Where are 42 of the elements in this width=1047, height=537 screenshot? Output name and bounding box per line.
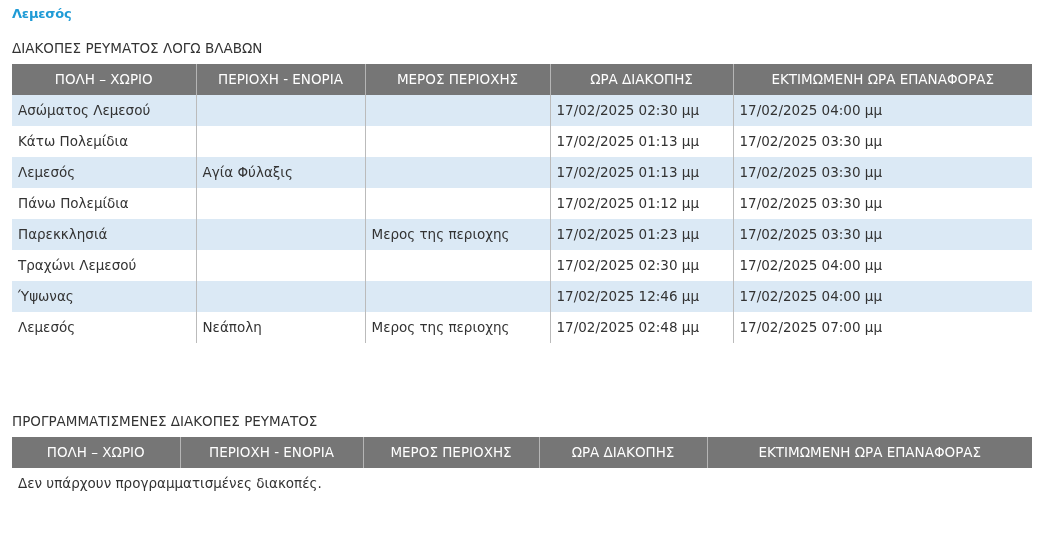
table-cell: 17/02/2025 01:23 μμ [556, 226, 699, 243]
table-cell: 17/02/2025 01:13 μμ [556, 164, 699, 181]
table-cell: 17/02/2025 01:12 μμ [556, 195, 699, 212]
column-header: ΠΟΛΗ – ΧΩΡΙΟ [12, 436, 180, 468]
table-cell: Μερος της περιοχης [371, 226, 510, 243]
table-cell: Ασώματος Λεμεσού [18, 102, 151, 119]
table-cell: 17/02/2025 04:00 μμ [739, 257, 882, 274]
table-cell: 17/02/2025 02:30 μμ [556, 257, 699, 274]
table-cell: 17/02/2025 02:48 μμ [556, 319, 699, 336]
column-header: ΠΟΛΗ – ΧΩΡΙΟ [12, 63, 196, 95]
table-cell: Πάνω Πολεμίδια [18, 195, 129, 212]
table-cell: 17/02/2025 01:13 μμ [556, 133, 699, 150]
column-header: ΜΕΡΟΣ ΠΕΡΙΟΧΗΣ [363, 436, 539, 468]
table-cell: Αγία Φύλαξις [202, 164, 293, 181]
table-cell: Ύψωνας [18, 288, 74, 305]
column-header: ΕΚΤΙΜΩΜΕΝΗ ΩΡΑ ΕΠΑΝΑΦΟΡΑΣ [707, 436, 1032, 468]
location-link[interactable]: Λεμεσός [12, 6, 72, 21]
table-cell: 17/02/2025 03:30 μμ [739, 164, 882, 181]
table-cell: 17/02/2025 07:00 μμ [739, 319, 882, 336]
table-cell: Τραχώνι Λεμεσού [18, 257, 137, 274]
table-cell: Μερος της περιοχης [371, 319, 510, 336]
table-cell: Παρεκκλησιά [18, 226, 108, 243]
section-title: ΔΙΑΚΟΠΕΣ ΡΕΥΜΑΤΟΣ ΛΟΓΩ ΒΛΑΒΩΝ [12, 39, 264, 56]
column-header: ΜΕΡΟΣ ΠΕΡΙΟΧΗΣ [365, 63, 550, 95]
table-cell: Λεμεσός [18, 164, 76, 181]
table-cell: 17/02/2025 02:30 μμ [556, 102, 699, 119]
table-cell: 17/02/2025 03:30 μμ [739, 195, 882, 212]
table-cell: 17/02/2025 03:30 μμ [739, 226, 882, 243]
column-header: ΠΕΡΙΟΧΗ - ΕΝΟΡΙΑ [196, 63, 365, 95]
table-cell: 17/02/2025 04:00 μμ [739, 288, 882, 305]
table-cell: 17/02/2025 03:30 μμ [739, 133, 882, 150]
table-cell: Λεμεσός [18, 319, 76, 336]
table-cell: Νεάπολη [202, 319, 262, 336]
column-header: ΕΚΤΙΜΩΜΕΝΗ ΩΡΑ ΕΠΑΝΑΦΟΡΑΣ [733, 63, 1032, 95]
section-title: ΠΡΟΓΡΑΜΜΑΤΙΣΜΕΝΕΣ ΔΙΑΚΟΠΕΣ ΡΕΥΜΑΤΟΣ [12, 412, 319, 429]
column-header: ΩΡΑ ΔΙΑΚΟΠΗΣ [550, 63, 733, 95]
column-header: ΩΡΑ ΔΙΑΚΟΠΗΣ [539, 436, 707, 468]
table-cell: 17/02/2025 04:00 μμ [739, 102, 882, 119]
table-cell: 17/02/2025 12:46 μμ [556, 288, 699, 305]
empty-message: Δεν υπάρχουν προγραμματισμένες διακοπές. [17, 473, 323, 492]
column-header: ΠΕΡΙΟΧΗ - ΕΝΟΡΙΑ [180, 436, 363, 468]
table-cell: Κάτω Πολεμίδια [18, 133, 129, 150]
